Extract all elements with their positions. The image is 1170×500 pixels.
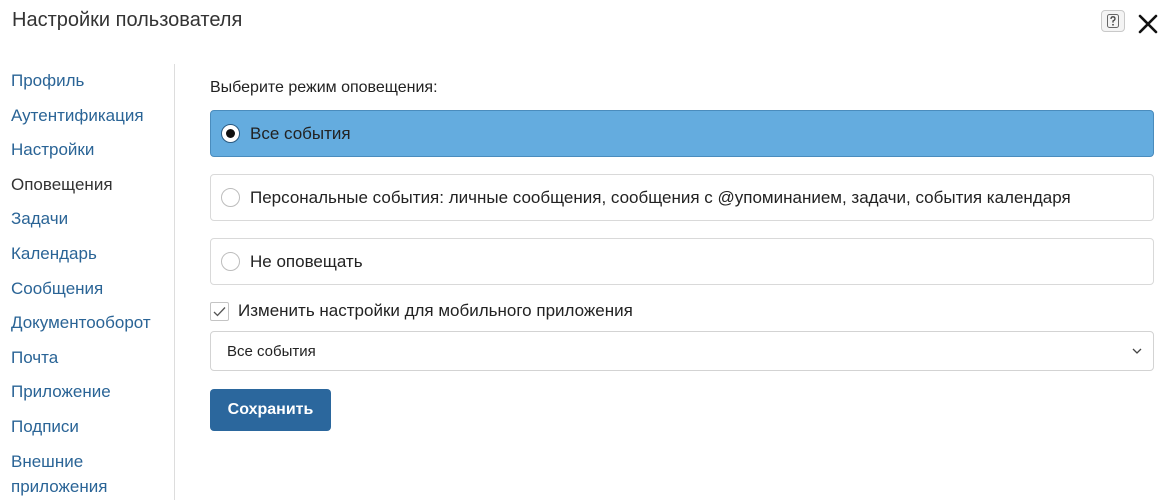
close-button[interactable] — [1136, 12, 1160, 36]
checkmark-icon — [213, 306, 226, 316]
sidebar-item-profile[interactable]: Профиль — [0, 64, 174, 99]
notification-mode-prompt: Выберите режим оповещения: — [210, 79, 438, 96]
option-personal-events[interactable]: Персональные события: личные сообщения, … — [210, 174, 1154, 221]
radio-do-not-notify[interactable] — [221, 252, 240, 271]
dialog-header: Настройки пользователя — [0, 0, 1170, 50]
sidebar-item-settings[interactable]: Настройки — [0, 133, 174, 168]
select-value: Все события — [227, 342, 316, 360]
radio-dot — [226, 129, 235, 138]
radio-all-events[interactable] — [221, 124, 240, 143]
option-label: Не оповещать — [250, 251, 363, 271]
save-button[interactable]: Сохранить — [210, 389, 331, 431]
settings-sidebar: Профиль Аутентификация Настройки Оповеще… — [0, 64, 175, 500]
close-icon — [1138, 14, 1158, 34]
question-icon — [1107, 14, 1119, 28]
option-all-events[interactable]: Все события — [210, 110, 1154, 157]
mobile-settings-label: Изменить настройки для мобильного прилож… — [238, 301, 633, 320]
sidebar-item-mail[interactable]: Почта — [0, 341, 174, 376]
sidebar-item-notifications[interactable]: Оповещения — [0, 168, 174, 203]
chevron-down-icon — [1132, 348, 1142, 354]
sidebar-item-application[interactable]: Приложение — [0, 375, 174, 410]
option-label: Персональные события: личные сообщения, … — [250, 187, 1071, 207]
option-do-not-notify[interactable]: Не оповещать — [210, 238, 1154, 285]
mobile-notification-select[interactable]: Все события — [210, 331, 1154, 371]
mobile-settings-row: Изменить настройки для мобильного прилож… — [210, 300, 633, 322]
sidebar-item-signatures[interactable]: Подписи — [0, 410, 174, 445]
help-button[interactable] — [1101, 10, 1125, 32]
radio-personal-events[interactable] — [221, 188, 240, 207]
mobile-settings-checkbox[interactable] — [210, 301, 229, 321]
dialog-title: Настройки пользователя — [12, 9, 243, 31]
sidebar-item-external-apps[interactable]: Внешние приложения — [0, 445, 160, 499]
sidebar-item-calendar[interactable]: Календарь — [0, 237, 174, 272]
sidebar-item-authentication[interactable]: Аутентификация — [0, 99, 174, 134]
sidebar-item-document-flow[interactable]: Документооборот — [0, 306, 174, 341]
option-label: Все события — [250, 123, 351, 143]
sidebar-item-tasks[interactable]: Задачи — [0, 202, 174, 237]
sidebar-item-messages[interactable]: Сообщения — [0, 272, 174, 307]
